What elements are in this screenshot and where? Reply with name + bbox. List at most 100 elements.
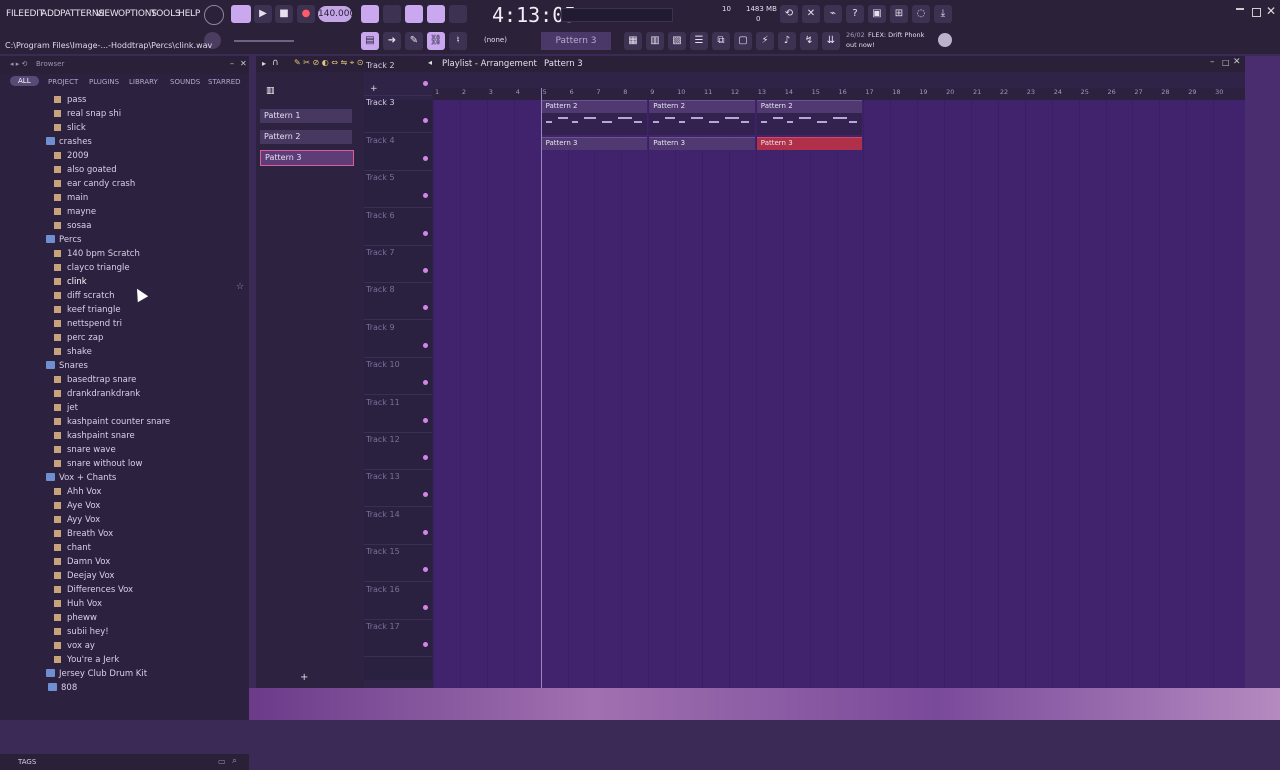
track-mute-dot-icon[interactable] [423,230,428,236]
channel-rack-icon[interactable]: ▧ [668,32,686,50]
song-mode-toggle[interactable] [231,5,251,23]
playlist-icon[interactable]: ▦ [624,32,642,50]
track-header[interactable]: Track 15 [364,544,432,583]
pattern-item[interactable]: Pattern 2 [260,130,352,144]
track-mute-dot-icon[interactable] [423,305,428,311]
stamp-icon[interactable]: ♮ [449,32,467,50]
pattern-item[interactable]: Pattern 1 [260,109,352,123]
download-icon[interactable]: ⤓ [934,5,952,23]
track-mute-dot-icon[interactable] [423,567,428,573]
playhead-marker[interactable] [541,88,542,688]
plugin-manager-icon[interactable]: ⊞ [890,5,908,23]
playlist-maximize-icon[interactable]: □ [1222,58,1230,67]
browser-folder-item[interactable]: 808 [48,681,77,695]
browser-file-item[interactable]: perc zap [54,331,103,345]
track-header[interactable]: Track 11 [364,395,432,433]
track-header[interactable]: Track 6 [364,208,432,246]
browser-file-item[interactable]: sosaa [54,219,91,233]
playlist-minimize-icon[interactable]: – [1210,57,1215,67]
mixer-icon[interactable]: ☰ [690,32,708,50]
track-mute-dot-icon[interactable] [423,81,428,86]
master-volume-slider[interactable] [234,40,294,42]
browser-file-item[interactable]: pass [54,93,86,107]
browser-file-item[interactable]: shake [54,345,92,359]
mic-icon[interactable]: ⌁ [824,5,842,23]
search-icon[interactable]: ⌕ [232,756,237,766]
metronome-button[interactable] [361,5,379,23]
track-mute-dot-icon[interactable] [423,155,428,161]
browser-file-item[interactable]: Deejay Vox [54,569,114,583]
browser-folder-item[interactable]: Jersey Club Drum Kit [46,667,147,681]
timeline-ruler[interactable]: 1 2 3 4 5 6 7 8 9 10 11 12 13 14 15 16 17 18 19 20 21 22 23 24 2… [433,88,1245,100]
browser-minimize-icon[interactable]: – [230,59,234,68]
browser-file-item[interactable]: also goated [54,163,117,177]
browser-file-item[interactable]: Ayy Vox [54,513,100,527]
track-mute-dot-icon[interactable] [423,642,428,647]
browser-icon[interactable]: ▢ [734,32,752,50]
browser-close-icon[interactable]: ✕ [240,59,247,68]
pattern-clip[interactable]: Pattern 3 [541,137,648,150]
browser-file-item[interactable]: 2009 [54,149,89,163]
track-header[interactable]: Track 16 [364,582,432,620]
pattern-selector[interactable]: Pattern 3 [541,32,611,50]
patcher-icon[interactable]: ⧉ [712,32,730,50]
browser-file-item[interactable]: chant [54,541,91,555]
track-header[interactable]: Track 17 [364,619,432,657]
browser-file-item[interactable]: main [54,191,88,205]
tab-library[interactable]: LIBRARY [129,78,158,86]
menu-add[interactable]: ADD [41,9,61,19]
play-button[interactable]: ▶ [254,5,272,23]
track-header[interactable]: Track 12 [364,432,432,470]
tab-starred[interactable]: STARRED [208,78,241,86]
track-header[interactable]: Track 4 [364,133,432,171]
folder-icon[interactable]: ▭ [218,757,226,766]
pattern-clip[interactable]: Pattern 2 [541,100,648,113]
piano-icon[interactable]: ▥ [266,86,276,96]
track-mute-dot-icon[interactable] [423,492,428,498]
star-icon[interactable]: ☆ [236,282,244,292]
menu-tools[interactable]: TOOLS [151,9,181,19]
step-mode-icon[interactable]: ▤ [361,32,379,50]
browser-folder-item[interactable]: crashes [46,135,92,149]
browser-file-item[interactable]: clink [54,275,87,289]
track-mute-dot-icon[interactable] [423,604,428,610]
browser-file-item[interactable]: Aye Vox [54,499,100,513]
browser-file-item[interactable]: Differences Vox [54,583,133,597]
pattern-clip[interactable]: Pattern 2 [649,100,755,113]
master-volume-knob[interactable] [204,5,224,25]
stop-button[interactable]: ■ [275,5,293,23]
browser-file-item[interactable]: basedtrap snare [54,373,136,387]
news-title[interactable]: FLEX: Drift Phonk [868,31,924,39]
track-header[interactable]: Track 9 [364,320,432,358]
browser-file-item[interactable]: kashpaint counter snare [54,415,170,429]
link-icon[interactable]: ⛓ [427,32,445,50]
tab-plugins[interactable]: PLUGINS [89,78,119,86]
piano-roll-icon[interactable]: ▥ [646,32,664,50]
tab-all[interactable]: ALL [10,76,39,86]
tags-label[interactable]: TAGS [18,758,36,766]
add-pattern-icon[interactable]: + [300,672,308,683]
cut-tools-icon[interactable]: ✕ [802,5,820,23]
minimize-icon[interactable] [1236,8,1244,18]
track-header[interactable]: Track 2 [364,58,432,96]
track-header[interactable]: Track 8 [364,282,432,321]
browser-file-item[interactable]: vox ay [54,639,95,653]
track-mute-dot-icon[interactable] [423,417,428,423]
track-mute-dot-icon[interactable] [423,268,428,273]
browser-file-item[interactable]: Damn Vox [54,555,110,569]
browser-folder-item[interactable]: Percs [46,233,81,247]
help-icon[interactable]: ? [846,5,864,23]
playlist-close-icon[interactable]: ✕ [1233,57,1241,67]
browser-file-item[interactable]: ear candy crash [54,177,135,191]
chat-icon[interactable]: ◌ [912,5,930,23]
browser-file-item[interactable]: clayco triangle [54,261,130,275]
browser-folder-item[interactable]: Vox + Chants [46,471,116,485]
browser-file-item[interactable]: Breath Vox [54,527,113,541]
arrangement-grid[interactable]: Pattern 2 Pattern 2 Pattern 2 Pattern 3 Patt… [433,100,1245,688]
browser-file-item[interactable]: nettspend tri [54,317,122,331]
track-mute-dot-icon[interactable] [423,118,428,124]
wait-input-button[interactable] [383,5,401,23]
browser-file-item[interactable]: snare without low [54,457,142,471]
news-subtitle[interactable]: out now! [846,41,875,49]
track-header[interactable]: Track 10 [364,357,432,396]
